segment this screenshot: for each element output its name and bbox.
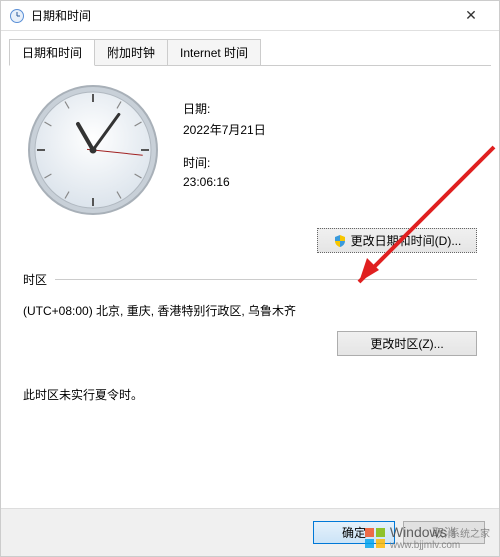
titlebar: 日期和时间 ✕ [1, 1, 499, 31]
time-value: 23:06:16 [183, 175, 477, 189]
datetime-info: 日期: 2022年7月21日 时间: 23:06:16 [183, 80, 477, 220]
change-timezone-button[interactable]: 更改时区(Z)... [337, 331, 477, 356]
window-title: 日期和时间 [31, 7, 451, 24]
timezone-label: 时区 [23, 271, 47, 288]
dialog-button-bar: 确定 取消 [1, 508, 499, 556]
dst-info: 此时区未实行夏令时。 [23, 386, 477, 403]
tab-datetime[interactable]: 日期和时间 [9, 39, 95, 66]
tab-panel-datetime: 日期: 2022年7月21日 时间: 23:06:16 更改日期和时间(D)..… [9, 65, 491, 500]
section-divider [55, 279, 477, 280]
time-label: 时间: [183, 154, 477, 171]
datetime-row: 日期: 2022年7月21日 时间: 23:06:16 [23, 80, 477, 220]
timezone-value: (UTC+08:00) 北京, 重庆, 香港特别行政区, 乌鲁木齐 [23, 302, 477, 319]
close-button[interactable]: ✕ [451, 2, 491, 30]
close-icon: ✕ [465, 7, 477, 24]
datetime-window: 日期和时间 ✕ 日期和时间 附加时钟 Internet 时间 [0, 0, 500, 557]
tab-internet-time[interactable]: Internet 时间 [167, 39, 261, 66]
change-timezone-label: 更改时区(Z)... [370, 335, 443, 352]
change-datetime-button[interactable]: 更改日期和时间(D)... [317, 228, 477, 253]
clock-icon [9, 8, 25, 24]
analog-clock [23, 80, 163, 220]
cancel-button: 取消 [403, 521, 485, 544]
ok-button[interactable]: 确定 [313, 521, 395, 544]
timezone-section-header: 时区 [23, 271, 477, 288]
tab-additional-clocks[interactable]: 附加时钟 [94, 39, 168, 66]
shield-icon [333, 234, 347, 248]
date-label: 日期: [183, 100, 477, 117]
date-value: 2022年7月21日 [183, 121, 477, 138]
tab-bar: 日期和时间 附加时钟 Internet 时间 [1, 31, 499, 66]
change-datetime-label: 更改日期和时间(D)... [351, 232, 462, 249]
